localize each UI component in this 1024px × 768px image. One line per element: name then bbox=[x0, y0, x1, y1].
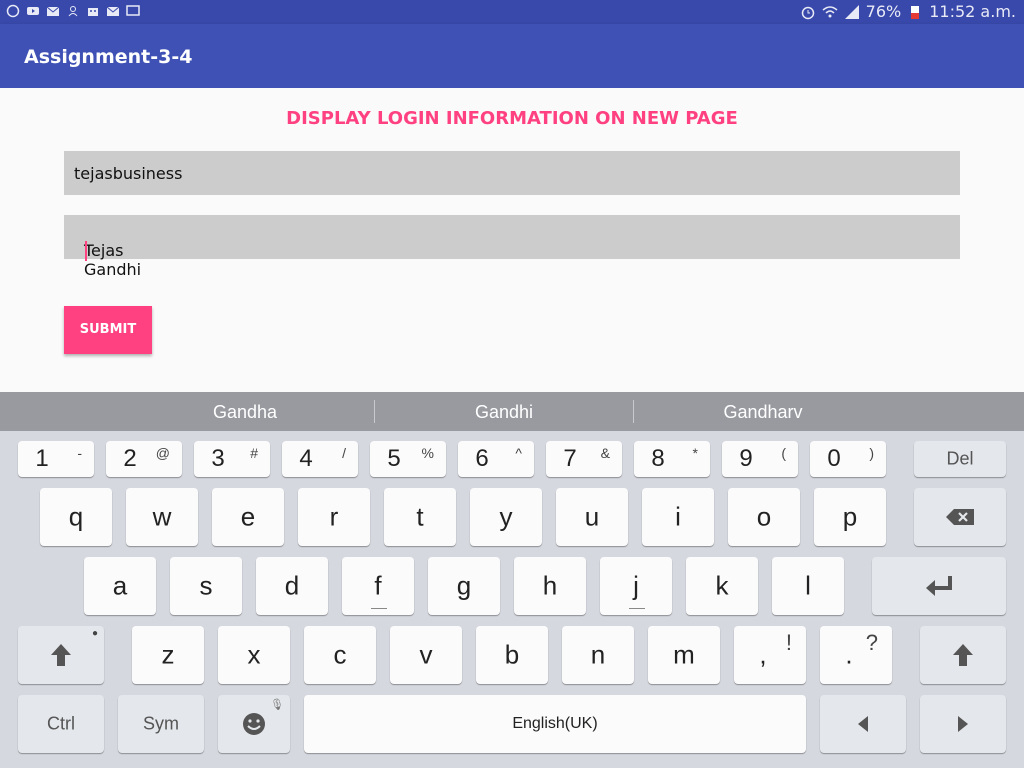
key-period[interactable]: .? bbox=[820, 626, 892, 684]
submit-button[interactable]: SUBMIT bbox=[64, 306, 152, 354]
key-8[interactable]: 8 * bbox=[634, 441, 710, 477]
cursor-left-key[interactable] bbox=[820, 695, 906, 753]
wifi-icon bbox=[822, 5, 838, 17]
key-o[interactable]: o bbox=[728, 488, 800, 546]
space-key[interactable]: English(UK) bbox=[304, 695, 806, 753]
text-cursor bbox=[85, 241, 87, 261]
key-0[interactable]: 0) bbox=[810, 441, 886, 477]
arrow-left-icon bbox=[858, 716, 868, 732]
key-e[interactable]: e bbox=[212, 488, 284, 546]
key-9[interactable]: 9( bbox=[722, 441, 798, 477]
key-m[interactable]: m bbox=[648, 626, 720, 684]
enter-icon bbox=[926, 576, 952, 596]
key-r[interactable]: r bbox=[298, 488, 370, 546]
key-u[interactable]: u bbox=[556, 488, 628, 546]
system-status: 76% 11:52 a.m. bbox=[800, 2, 1016, 21]
login-form: DISPLAY LOGIN INFORMATION ON NEW PAGE te… bbox=[0, 88, 1024, 392]
enter-key[interactable] bbox=[872, 557, 1006, 615]
emoji-icon bbox=[243, 713, 265, 735]
key-4[interactable]: 4/ bbox=[282, 441, 358, 477]
key-b[interactable]: b bbox=[476, 626, 548, 684]
key-h[interactable]: h bbox=[514, 557, 586, 615]
key-a[interactable]: a bbox=[84, 557, 156, 615]
home-row-marker bbox=[371, 608, 387, 609]
shift-icon bbox=[953, 644, 973, 666]
email-icon bbox=[106, 6, 120, 16]
sym-key[interactable]: Sym bbox=[118, 695, 204, 753]
key-t[interactable]: t bbox=[384, 488, 456, 546]
shift-key-right[interactable] bbox=[920, 626, 1006, 684]
key-f[interactable]: f bbox=[342, 557, 414, 615]
key-2[interactable]: 2 @ bbox=[106, 441, 182, 477]
status-bar: 76% 11:52 a.m. bbox=[0, 0, 1024, 24]
notification-icons bbox=[6, 4, 140, 18]
key-p[interactable]: p bbox=[814, 488, 886, 546]
shift-indicator-dot: ● bbox=[91, 628, 98, 639]
signal-icon bbox=[844, 4, 859, 19]
key-6[interactable]: 6 ^ bbox=[458, 441, 534, 477]
key-1[interactable]: 1- bbox=[18, 441, 94, 477]
person-icon bbox=[68, 6, 78, 17]
battery-icon bbox=[911, 5, 920, 19]
suggestion-2[interactable]: Gandhi bbox=[375, 402, 633, 423]
clock: 11:52 a.m. bbox=[929, 2, 1016, 21]
key-y[interactable]: y bbox=[470, 488, 542, 546]
key-i[interactable]: i bbox=[642, 488, 714, 546]
page-heading: DISPLAY LOGIN INFORMATION ON NEW PAGE bbox=[286, 108, 738, 129]
alarm-icon bbox=[801, 6, 814, 19]
app-toolbar: Assignment-3-4 bbox=[0, 24, 1024, 88]
key-5[interactable]: 5% bbox=[370, 441, 446, 477]
cast-icon bbox=[126, 5, 140, 16]
arrow-right-icon bbox=[958, 716, 968, 732]
key-q[interactable]: q bbox=[40, 488, 112, 546]
key-c[interactable]: c bbox=[304, 626, 376, 684]
battery-percent: 76% bbox=[865, 2, 902, 21]
key-3[interactable]: 3 # bbox=[194, 441, 270, 477]
key-g[interactable]: g bbox=[428, 557, 500, 615]
username-field[interactable]: tejasbusiness bbox=[64, 151, 960, 195]
mic-icon: 🎙 bbox=[270, 699, 284, 711]
key-l[interactable]: l bbox=[772, 557, 844, 615]
key-w[interactable]: w bbox=[126, 488, 198, 546]
key-7[interactable]: 7 & bbox=[546, 441, 622, 477]
on-screen-keyboard: 1- 2 @ 3 # 4/ 5% 6 ^ 7 & 8 * 9( 0) Del q w e … bbox=[0, 431, 1024, 768]
backspace-icon bbox=[946, 509, 974, 525]
key-k[interactable]: k bbox=[686, 557, 758, 615]
suggestion-1[interactable]: Gandha bbox=[116, 402, 374, 423]
name-field[interactable]: Tejas Gandhi bbox=[64, 215, 960, 279]
ctrl-key[interactable]: Ctrl bbox=[18, 695, 104, 753]
gmail-icon bbox=[46, 6, 60, 16]
app-title: Assignment-3-4 bbox=[24, 46, 193, 68]
key-z[interactable]: z bbox=[132, 626, 204, 684]
del-key[interactable]: Del bbox=[914, 441, 1006, 477]
key-comma[interactable]: ,! bbox=[734, 626, 806, 684]
robot-icon bbox=[88, 8, 98, 16]
key-v[interactable]: v bbox=[390, 626, 462, 684]
suggestion-bar: Gandha Gandhi Gandharv bbox=[0, 392, 1024, 431]
home-row-marker bbox=[629, 608, 645, 609]
name-value: Tejas Gandhi bbox=[84, 241, 142, 279]
suggestion-3[interactable]: Gandharv bbox=[634, 402, 892, 423]
key-d[interactable]: d bbox=[256, 557, 328, 615]
key-s[interactable]: s bbox=[170, 557, 242, 615]
username-value: tejasbusiness bbox=[74, 164, 183, 183]
backspace-key[interactable] bbox=[914, 488, 1006, 546]
key-n[interactable]: n bbox=[562, 626, 634, 684]
shift-key-left[interactable]: ● bbox=[18, 626, 104, 684]
emoji-key[interactable]: 🎙 bbox=[218, 695, 290, 753]
key-x[interactable]: x bbox=[218, 626, 290, 684]
key-j[interactable]: j bbox=[600, 557, 672, 615]
whatsapp-icon bbox=[6, 4, 20, 18]
shift-icon bbox=[51, 644, 71, 666]
youtube-icon bbox=[27, 7, 39, 15]
cursor-right-key[interactable] bbox=[920, 695, 1006, 753]
